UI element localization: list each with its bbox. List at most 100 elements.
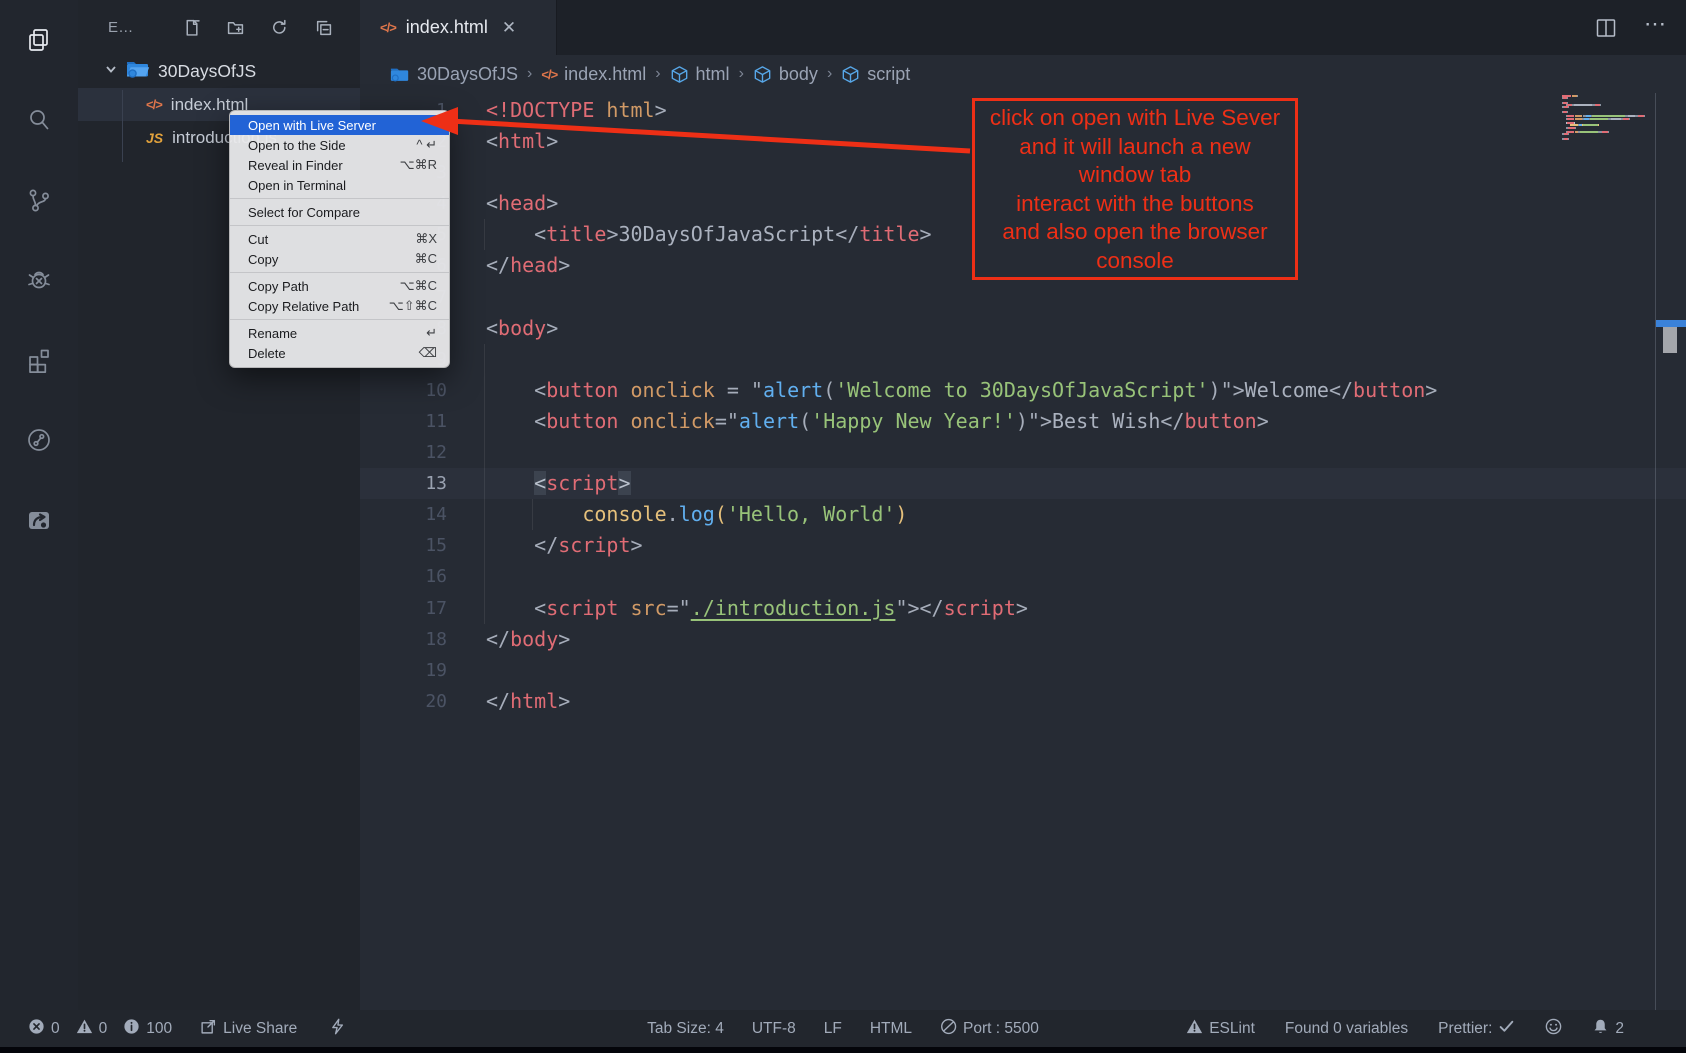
menu-item-select-for-compare[interactable]: Select for Compare [230, 202, 449, 222]
context-menu: Open with Live ServerOpen to the Side^ ↵… [229, 110, 450, 368]
status-html[interactable]: HTML [870, 1020, 912, 1038]
status-100[interactable]: 100 [123, 1018, 172, 1040]
lightning-icon [329, 1018, 346, 1040]
code-line-20[interactable]: 20</html> [360, 686, 1686, 717]
code-line-14[interactable]: 14 console.log('Hello, World') [360, 499, 1686, 530]
breadcrumb-separator: › [655, 65, 660, 83]
menu-separator [230, 272, 449, 273]
tab-close-icon[interactable]: ✕ [502, 18, 516, 38]
js-file-icon: JS [146, 130, 163, 146]
activity-extensions-icon[interactable] [0, 320, 78, 400]
collapse-all-icon[interactable] [315, 19, 332, 36]
status-center: Tab Size: 4 UTF-8 LF HTML Port : 5500 [647, 1010, 1039, 1047]
activity-search-icon[interactable] [0, 80, 78, 160]
tab-index-html[interactable]: </> index.html ✕ [360, 0, 557, 55]
status-utf-8[interactable]: UTF-8 [752, 1020, 796, 1038]
breadcrumb-script[interactable]: script [841, 64, 910, 85]
new-file-icon[interactable] [183, 19, 200, 36]
code-line-16[interactable]: 16 [360, 561, 1686, 592]
breadcrumb: 30DaysOfJS›</>index.html›html›body›scrip… [360, 55, 1686, 93]
status-lf[interactable]: LF [824, 1020, 842, 1038]
tree-indent-guide [122, 90, 123, 162]
menu-item-copy-relative-path[interactable]: Copy Relative Path⌥⇧⌘C [230, 296, 449, 316]
status-0[interactable]: 0 [76, 1018, 108, 1040]
activity-explorer-icon[interactable] [0, 0, 78, 80]
new-folder-icon[interactable] [227, 19, 244, 36]
menu-separator [230, 198, 449, 199]
line-number: 20 [360, 686, 447, 717]
status-eslint[interactable]: ESLint [1186, 1018, 1255, 1040]
breadcrumb-separator: › [827, 65, 832, 83]
scrollbar-thumb[interactable] [1663, 327, 1677, 353]
status-live-share[interactable]: Live Share [200, 1018, 297, 1040]
activity-live-share-icon[interactable] [0, 400, 78, 480]
code-line-11[interactable]: 11 <button onclick="alert('Happy New Yea… [360, 406, 1686, 437]
status-lightning[interactable] [329, 1018, 346, 1040]
code-line-7[interactable]: 7 [360, 282, 1686, 313]
breadcrumb-body[interactable]: body [753, 64, 818, 85]
warning-filled-icon [76, 1018, 93, 1040]
code-line-13[interactable]: 13 <script> [360, 468, 1686, 499]
split-editor-icon[interactable] [1594, 16, 1618, 40]
window-bottom-edge [0, 1047, 1686, 1053]
status-bar: 00 100 Live Share Tab Size: 4 UTF-8 LF HTML Po… [0, 1010, 1686, 1047]
code-line-12[interactable]: 12 [360, 437, 1686, 468]
line-number: 18 [360, 624, 447, 655]
code-line-9[interactable]: 9 [360, 344, 1686, 375]
menu-item-cut[interactable]: Cut⌘X [230, 229, 449, 249]
code-line-15[interactable]: 15 </script> [360, 530, 1686, 561]
breadcrumb-separator: › [527, 65, 532, 83]
annotation-text-line: interact with the buttons [975, 190, 1295, 219]
menu-item-delete[interactable]: Delete⌫ [230, 343, 449, 363]
smiley-icon [1545, 1018, 1562, 1040]
activity-share-icon[interactable] [0, 480, 78, 560]
code-line-18[interactable]: 18</body> [360, 624, 1686, 655]
menu-item-open-with-live-server[interactable]: Open with Live Server [230, 115, 449, 135]
status-found-0-variables[interactable]: Found 0 variables [1285, 1020, 1408, 1038]
tree-folder-30daysofjs[interactable]: 30DaysOfJS [78, 55, 360, 88]
line-number: 16 [360, 561, 447, 592]
status-0[interactable]: 0 [28, 1018, 60, 1040]
status-smiley[interactable] [1545, 1018, 1562, 1040]
indent-guide [484, 219, 485, 250]
status-tab-size-4[interactable]: Tab Size: 4 [647, 1020, 724, 1038]
activity-run-debug-icon[interactable] [0, 240, 78, 320]
breadcrumb-html[interactable]: html [670, 64, 730, 85]
annotation-text-line: and also open the browser [975, 218, 1295, 247]
chevron-down-icon [104, 62, 118, 81]
folder-open-icon [126, 59, 150, 84]
menu-item-copy[interactable]: Copy⌘C [230, 249, 449, 269]
activity-source-control-icon[interactable] [0, 160, 78, 240]
status-prettier[interactable]: Prettier: [1438, 1018, 1515, 1040]
tab-strip: </> index.html ✕ [360, 0, 1686, 55]
indent-guide [484, 344, 485, 624]
menu-separator [230, 225, 449, 226]
line-number: 10 [360, 375, 447, 406]
html-file-icon: </> [380, 20, 396, 35]
explorer-header: E… [78, 0, 360, 55]
minimap[interactable] [1562, 95, 1650, 140]
line-number: 11 [360, 406, 447, 437]
refresh-icon[interactable] [271, 19, 288, 36]
editor-actions: ⋯ [1594, 0, 1668, 55]
menu-item-reveal-in-finder[interactable]: Reveal in Finder⌥⌘R [230, 155, 449, 175]
status-port-5500[interactable]: Port : 5500 [940, 1018, 1039, 1040]
code-line-17[interactable]: 17 <script src="./introduction.js"></scr… [360, 593, 1686, 624]
activity-bar [0, 0, 78, 1010]
code-line-8[interactable]: 8<body> [360, 313, 1686, 344]
status-2[interactable]: 2 [1592, 1018, 1624, 1040]
menu-separator [230, 319, 449, 320]
code-line-19[interactable]: 19 [360, 655, 1686, 686]
breadcrumb-30DaysOfJS[interactable]: 30DaysOfJS [390, 64, 518, 85]
breadcrumb-index.html[interactable]: </>index.html [541, 64, 646, 85]
menu-item-open-to-the-side[interactable]: Open to the Side^ ↵ [230, 135, 449, 155]
folder-name: 30DaysOfJS [158, 61, 256, 82]
menu-item-open-in-terminal[interactable]: Open in Terminal [230, 175, 449, 195]
menu-item-copy-path[interactable]: Copy Path⌥⌘C [230, 276, 449, 296]
annotation-text-line: console [975, 247, 1295, 276]
indent-guide [532, 499, 533, 530]
menu-item-rename[interactable]: Rename↵ [230, 323, 449, 343]
code-line-10[interactable]: 10 <button onclick = "alert('Welcome to … [360, 375, 1686, 406]
more-actions-icon[interactable]: ⋯ [1644, 19, 1668, 37]
vscode-window: E… 30DaysOfJS </>index.htmlJSintroductio… [0, 0, 1686, 1053]
